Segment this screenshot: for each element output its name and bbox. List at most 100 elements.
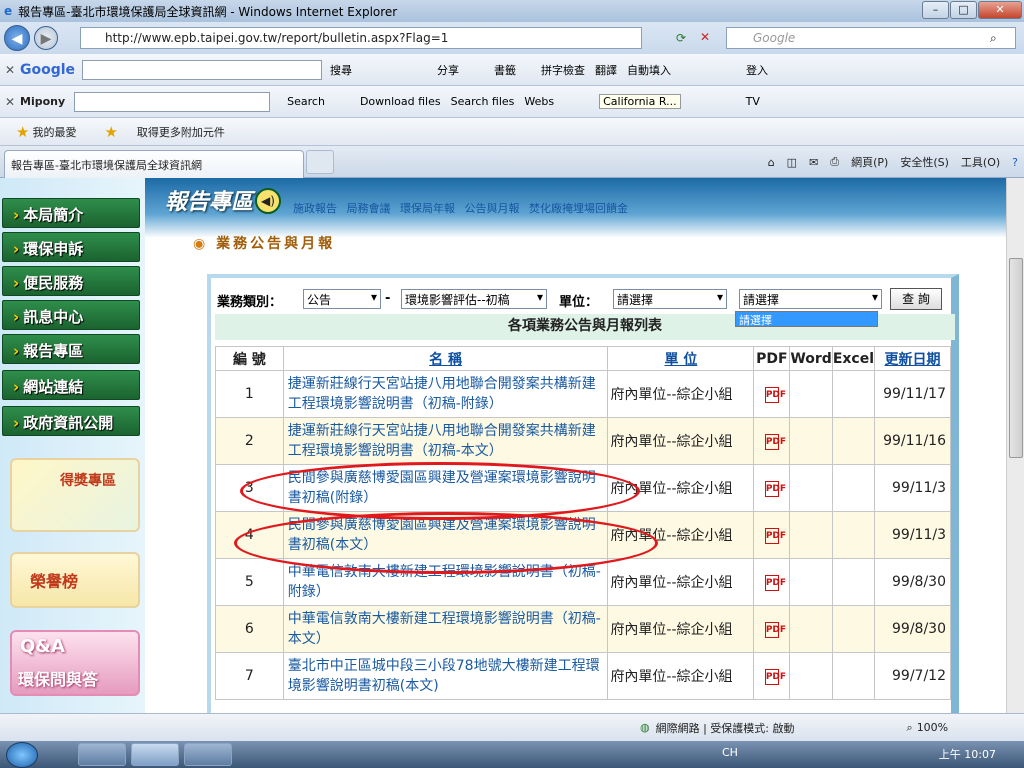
add-favorite-icon[interactable]: ★ <box>104 123 117 141</box>
row-name-link[interactable]: 捷運新莊線行天宮站捷八用地聯合開發案共構新建工程環境影響說明書（初稿-本文） <box>282 417 609 465</box>
row-name-link[interactable]: 中華電信敦南大樓新建工程環境影響說明書（初稿-附錄） <box>282 558 609 606</box>
mail-icon[interactable]: ✉ <box>809 156 818 169</box>
nav-item-complaints[interactable]: 環保申訴 <box>2 232 140 262</box>
home-icon[interactable]: ⌂ <box>768 156 775 169</box>
awards-banner[interactable]: 得獎專區 <box>10 458 140 532</box>
close-toolbar-icon[interactable]: ✕ <box>0 95 20 109</box>
new-tab-button[interactable] <box>306 150 334 174</box>
close-toolbar-icon[interactable]: ✕ <box>0 63 20 77</box>
row-date: 99/11/3 <box>874 464 951 512</box>
close-button[interactable]: ✕ <box>978 1 1022 19</box>
safety-menu[interactable]: 安全性(S) <box>900 154 949 170</box>
input-language[interactable]: CH <box>722 746 738 759</box>
header-name[interactable]: 名 稱 <box>282 346 609 371</box>
nav-item-news[interactable]: 訊息中心 <box>2 300 140 330</box>
get-addons-link[interactable]: 取得更多附加元件 <box>137 124 225 140</box>
link-bulletins[interactable]: 公告與月報 <box>465 202 520 215</box>
row-name-link[interactable]: 捷運新莊線行天宮站捷八用地聯合開發案共構新建工程環境影響說明書（初稿-附錄） <box>282 370 609 418</box>
favorites-button[interactable]: 我的最愛 <box>32 124 76 140</box>
row-name-link[interactable]: 臺北市中正區城中段三小段78地號大樓新建工程環境影響說明書初稿(本文) <box>282 652 609 700</box>
vertical-scrollbar[interactable] <box>1006 178 1024 713</box>
command-bar: ⌂ ◫ ✉ ⎙ 網頁(P) 安全性(S) 工具(O) ? <box>762 150 1024 174</box>
toolbar-search[interactable]: 搜尋 <box>330 62 352 78</box>
pdf-icon[interactable]: PDF <box>764 481 786 497</box>
header-date[interactable]: 更新日期 <box>874 346 951 371</box>
print-icon[interactable]: ⎙ <box>830 155 839 169</box>
mipony-input[interactable] <box>74 91 271 112</box>
row-name-link[interactable]: 中華電信敦南大樓新建工程環境影響說明書（初稿-本文） <box>282 605 609 653</box>
toolbar-signin[interactable]: 登入 <box>746 62 768 78</box>
system-clock[interactable]: 上午 10:07 <box>939 746 996 762</box>
nav-item-about[interactable]: 本局簡介 <box>2 198 140 228</box>
table-row: 7 臺北市中正區城中段三小段78地號大樓新建工程環境影響說明書初稿(本文) 府內… <box>215 652 951 700</box>
google-toolbar-input[interactable] <box>82 59 323 80</box>
zoom-icon[interactable]: ⌕ <box>907 721 913 735</box>
row-name-link[interactable]: 民間參與廣慈博愛園區興建及營運案環境影響說明書初稿(附錄） <box>282 464 609 512</box>
toolbar-share[interactable]: 分享 <box>437 62 459 78</box>
search-input[interactable]: Google <box>726 27 1016 49</box>
tab-active[interactable]: 報告專區-臺北市環境保護局全球資訊網 <box>4 150 304 178</box>
start-button[interactable] <box>6 741 38 768</box>
forward-button[interactable]: ▶ <box>34 26 58 50</box>
unit-select[interactable]: 請選擇 <box>613 289 727 309</box>
subcategory-select[interactable]: 環境影響評估--初稿 <box>401 289 547 309</box>
pdf-icon[interactable]: PDF <box>764 434 786 450</box>
tv-button[interactable]: TV <box>746 95 760 108</box>
help-icon[interactable]: ? <box>1012 156 1018 169</box>
row-date: 99/7/12 <box>874 652 951 700</box>
qa-banner[interactable]: Q&A 環保問與答 <box>10 630 140 696</box>
taskbar-explorer[interactable] <box>78 743 126 766</box>
link-annual-report[interactable]: 環保局年報 <box>400 202 455 215</box>
header-number: 編 號 <box>215 346 284 371</box>
pdf-icon[interactable]: PDF <box>764 528 786 544</box>
pdf-icon[interactable]: PDF <box>764 387 786 403</box>
pdf-cell: PDF <box>753 605 791 653</box>
nav-item-links[interactable]: 網站連結 <box>2 370 140 400</box>
toolbar-translate[interactable]: 翻譯 <box>595 62 617 78</box>
bulletin-panel: 業務類別： 公告 - 環境影響評估--初稿 單位： 請選擇 請選擇 查 詢 請選… <box>207 274 959 713</box>
google-logo: Google <box>20 61 76 78</box>
taskbar-ie[interactable] <box>131 743 179 766</box>
link-feedback-fund[interactable]: 焚化廠掩埋場回饋金 <box>529 202 628 215</box>
zoom-level[interactable]: 100% <box>917 721 948 734</box>
address-input[interactable]: http://www.epb.taipei.gov.tw/report/bull… <box>80 27 642 49</box>
feeds-icon[interactable]: ◫ <box>787 156 797 169</box>
refresh-icon[interactable]: ⟳ <box>676 31 686 45</box>
toolbar-autofill[interactable]: 自動填入 <box>627 62 671 78</box>
back-button[interactable]: ◀ <box>4 25 30 51</box>
nav-item-services[interactable]: 便民服務 <box>2 266 140 296</box>
maximize-button[interactable]: □ <box>950 1 977 19</box>
scroll-thumb[interactable] <box>1009 258 1023 458</box>
row-number: 1 <box>215 370 284 418</box>
radio-station[interactable]: California R... <box>599 94 681 109</box>
search-icon[interactable]: ⌕ <box>990 31 997 46</box>
pdf-icon[interactable]: PDF <box>764 622 786 638</box>
query-button[interactable]: 查 詢 <box>890 288 942 310</box>
nav-item-reports[interactable]: 報告專區 <box>2 334 140 364</box>
speaker-icon[interactable]: ◀) <box>255 188 281 214</box>
header-unit[interactable]: 單 位 <box>607 346 755 371</box>
window-title: 報告專區-臺北市環境保護局全球資訊網 - Windows Internet Ex… <box>18 4 398 19</box>
toolbar-spellcheck[interactable]: 拼字檢查 <box>541 62 585 78</box>
pdf-icon[interactable]: PDF <box>764 575 786 591</box>
taskbar-app[interactable] <box>184 743 232 766</box>
row-name-link[interactable]: 民間參與廣慈博愛園區興建及營運案環境影響說明書初稿(本文） <box>282 511 609 559</box>
link-policy-report[interactable]: 施政報告 <box>293 202 337 215</box>
tools-menu[interactable]: 工具(O) <box>961 154 1000 170</box>
link-meetings[interactable]: 局務會議 <box>347 202 391 215</box>
honor-banner[interactable]: 榮譽榜 <box>10 552 140 608</box>
minimize-button[interactable]: – <box>922 1 949 19</box>
mipony-search-files[interactable]: Search files <box>451 95 515 108</box>
mipony-search[interactable]: Search <box>287 95 325 108</box>
word-cell <box>789 464 833 512</box>
category-select[interactable]: 公告 <box>303 289 381 309</box>
dropdown-option[interactable]: 請選擇 <box>735 311 878 327</box>
mipony-download-files[interactable]: Download files <box>360 95 441 108</box>
stop-icon[interactable]: ✕ <box>700 30 710 44</box>
nav-item-gov-info[interactable]: 政府資訊公開 <box>2 406 140 436</box>
toolbar-bookmarks[interactable]: 書籤 <box>494 62 516 78</box>
page-menu[interactable]: 網頁(P) <box>851 154 888 170</box>
unit2-select[interactable]: 請選擇 <box>739 289 882 309</box>
pdf-icon[interactable]: PDF <box>764 669 786 685</box>
mipony-webs[interactable]: Webs <box>524 95 554 108</box>
